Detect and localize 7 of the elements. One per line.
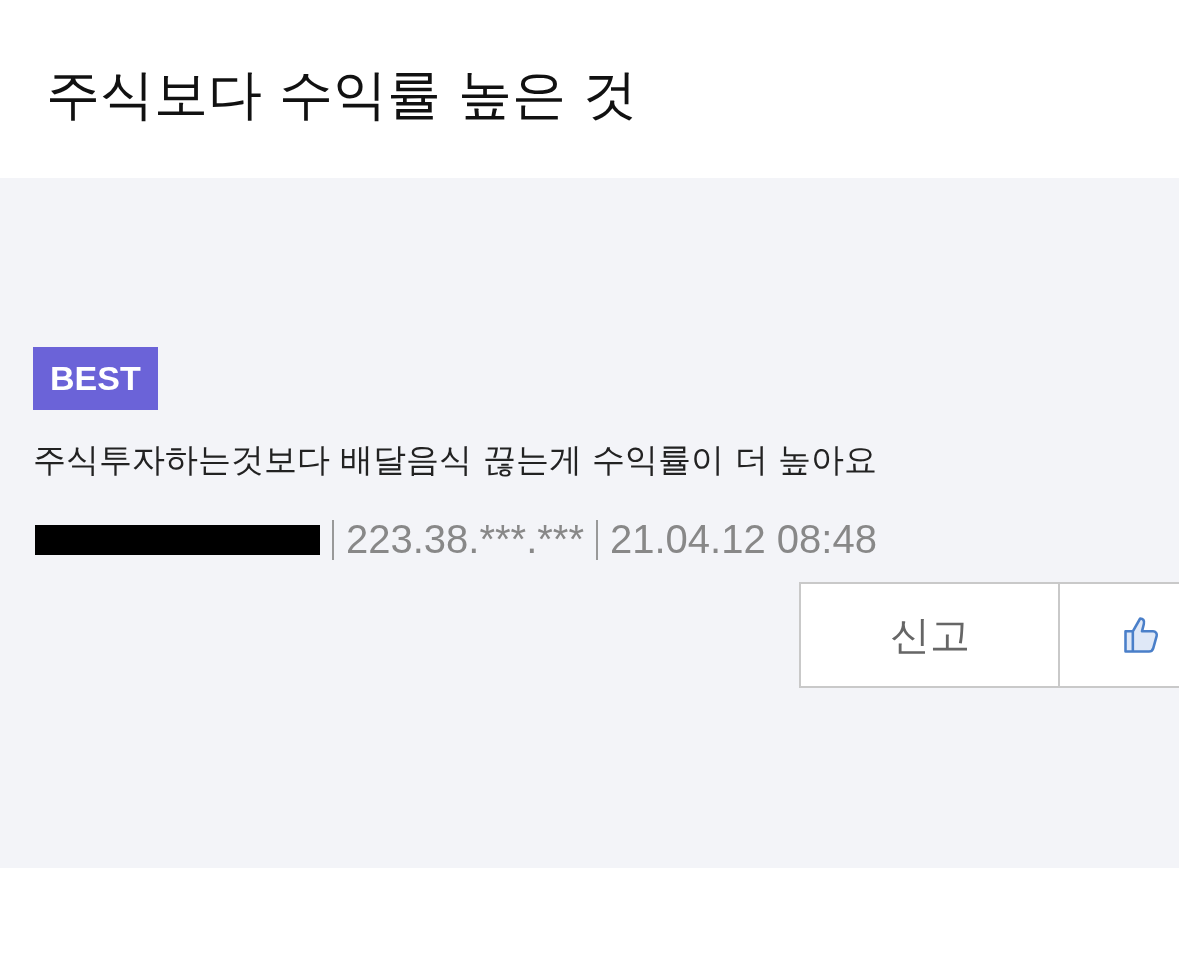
- report-button[interactable]: 신고: [799, 582, 1060, 688]
- post-title: 주식보다 수익률 높은 것: [46, 62, 638, 128]
- like-button[interactable]: [1060, 582, 1179, 688]
- comment-date: 21.04.12 08:48: [609, 517, 877, 562]
- best-badge: BEST: [33, 347, 158, 410]
- comment-text: 주식투자하는것보다 배달음식 끊는게 수익률이 더 높아요: [33, 439, 879, 481]
- ip-address: 223.38.***.***: [346, 517, 584, 562]
